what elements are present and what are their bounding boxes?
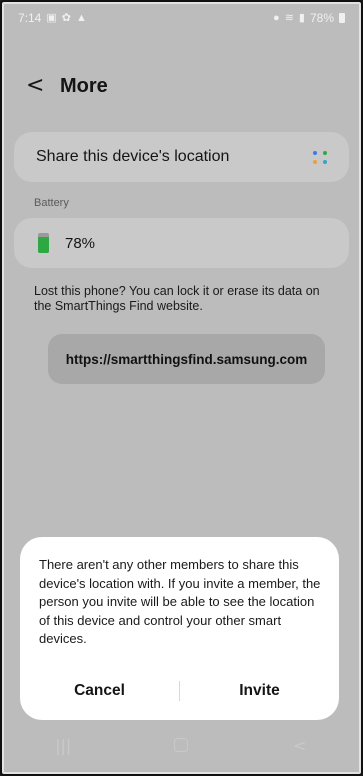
smartthings-find-link-label: https://smartthingsfind.samsung.com [65, 351, 308, 367]
gallery-notification-icon: ▣ [46, 11, 57, 24]
invite-button[interactable]: Invite [180, 675, 339, 707]
battery-row: 78% [14, 218, 349, 268]
smartthings-find-link-button[interactable]: https://smartthingsfind.samsung.com [48, 334, 325, 384]
battery-section-label: Battery [34, 197, 69, 209]
location-icon: ● [273, 11, 280, 24]
share-location-row[interactable]: Share this device's location [14, 132, 349, 182]
home-icon[interactable] [174, 738, 189, 752]
lost-phone-text: Lost this phone? You can lock it or eras… [34, 284, 320, 313]
dot-icon [313, 160, 317, 164]
signal-icon: ▮ [298, 11, 305, 24]
recent-apps-icon[interactable]: ||| [43, 736, 83, 755]
battery-icon [38, 233, 49, 253]
dialog-message: There aren't any other members to share … [39, 557, 321, 646]
invite-dialog: There aren't any other members to share … [20, 537, 339, 720]
settings-notification-icon: ✿ [61, 11, 71, 24]
status-battery-percent: 78% [309, 11, 334, 25]
header: < More [4, 66, 359, 106]
status-bar: 7:14 ▣ ✿ ▲ ● ≋ ▮ 78% [4, 4, 359, 32]
phone-frame: 7:14 ▣ ✿ ▲ ● ≋ ▮ 78% < More Share this d… [0, 0, 363, 776]
battery-fill [38, 237, 49, 253]
dot-icon [323, 160, 327, 164]
smartthings-dots-icon [311, 148, 329, 166]
navigation-bar: ||| < [4, 718, 359, 772]
cancel-button[interactable]: Cancel [20, 675, 179, 707]
share-location-label: Share this device's location [36, 148, 230, 165]
back-nav-icon[interactable]: < [280, 736, 320, 755]
status-time: 7:14 [18, 11, 42, 25]
dot-icon [313, 151, 317, 155]
dot-icon [323, 151, 327, 155]
more-screen: 7:14 ▣ ✿ ▲ ● ≋ ▮ 78% < More Share this d… [4, 4, 359, 772]
status-battery-icon [339, 13, 345, 23]
warning-notification-icon: ▲ [75, 11, 87, 24]
battery-value: 78% [65, 234, 96, 252]
status-left: 7:14 ▣ ✿ ▲ [18, 11, 87, 25]
dialog-actions: Cancel Invite [20, 675, 339, 707]
page-title: More [60, 74, 108, 97]
wifi-icon: ≋ [284, 11, 294, 24]
back-icon[interactable]: < [26, 75, 52, 97]
status-right: ● ≋ ▮ 78% [273, 11, 345, 25]
